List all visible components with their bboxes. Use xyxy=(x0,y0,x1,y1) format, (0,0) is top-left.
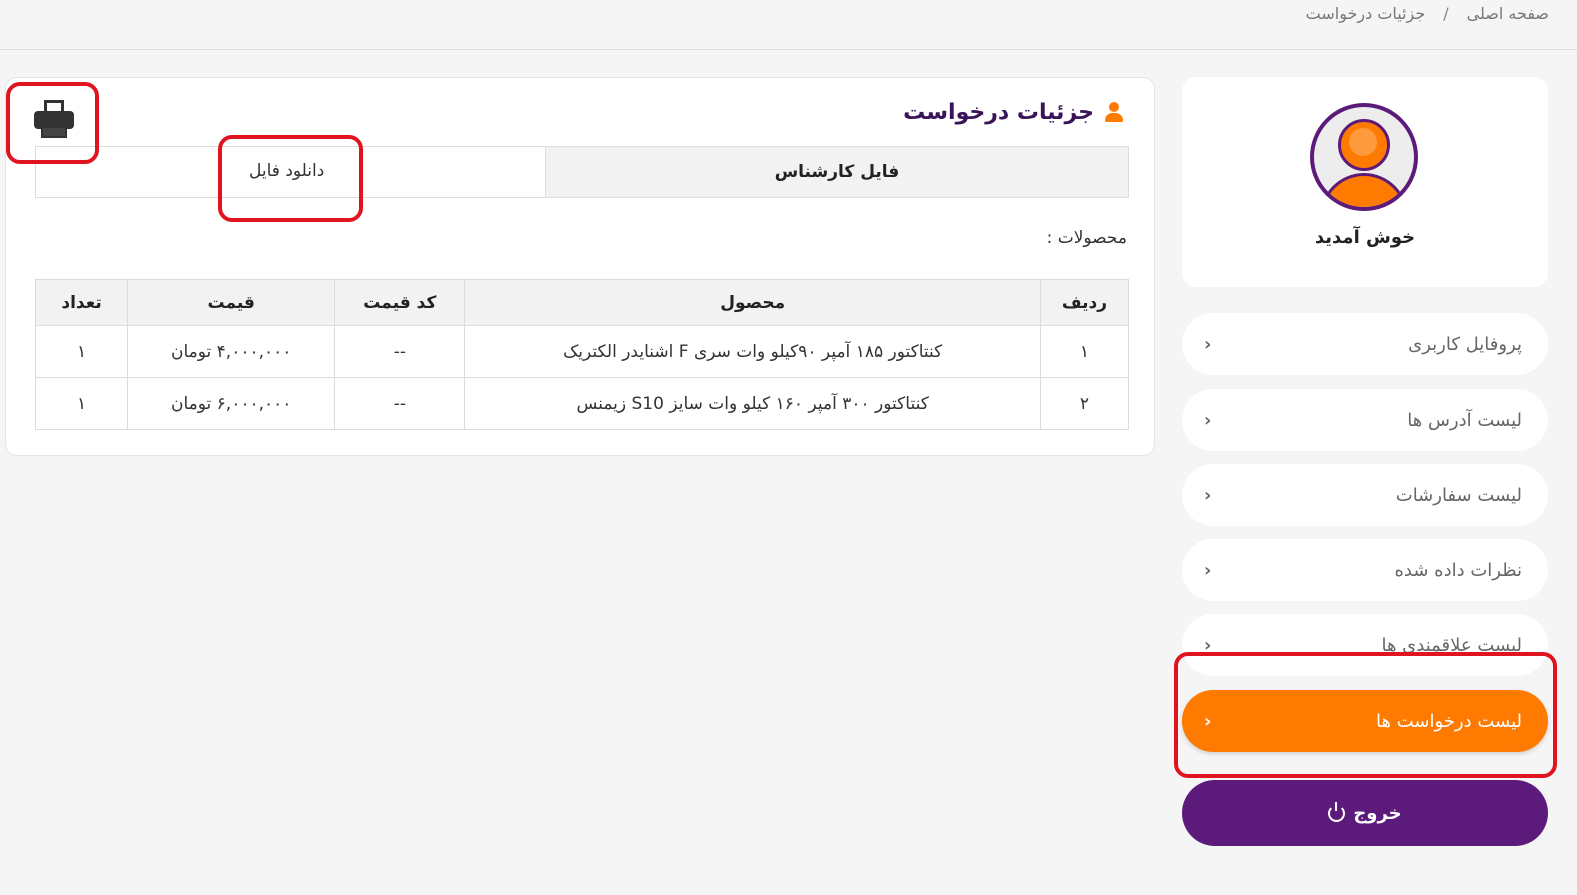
breadcrumb-current: جزئیات درخواست xyxy=(1305,4,1426,23)
page-title: جزئیات درخواست xyxy=(903,100,1124,125)
sidebar-item-addresses[interactable]: لیست آدرس ها ‹ xyxy=(1182,389,1548,451)
expert-file-label: فایل کارشناس xyxy=(545,147,1128,197)
chevron-left-icon: ‹ xyxy=(1204,333,1212,355)
chevron-left-icon: ‹ xyxy=(1204,710,1212,732)
cell-product: کنتاکتور ۱۸۵ آمپر ۹۰کیلو وات سری F اشنای… xyxy=(464,325,1041,378)
top-bar: صفحه اصلی / جزئیات درخواست xyxy=(0,0,1577,50)
cell-quantity: ۱ xyxy=(34,325,129,378)
sidebar-item-wishlist[interactable]: لیست علاقمندی ها ‹ xyxy=(1182,614,1548,676)
breadcrumb-separator: / xyxy=(1443,4,1449,23)
download-file-link[interactable]: دانلود فایل xyxy=(249,161,324,181)
table-header-row: ردیف محصول کد قیمت قیمت تعداد xyxy=(34,279,1130,326)
printer-icon[interactable] xyxy=(34,100,74,140)
sidebar-item-label: نظرات داده شده xyxy=(1394,559,1522,581)
column-header-price: قیمت xyxy=(127,279,336,326)
sidebar-item-profile[interactable]: پروفایل کاربری ‹ xyxy=(1182,313,1548,375)
sidebar-item-orders[interactable]: لیست سفارشات ‹ xyxy=(1182,464,1548,526)
products-label: محصولات : xyxy=(1046,228,1127,248)
page-title-text: جزئیات درخواست xyxy=(903,100,1094,125)
expert-file-row: فایل کارشناس دانلود فایل xyxy=(35,146,1129,198)
sidebar-item-requests[interactable]: لیست درخواست ها ‹ xyxy=(1182,690,1548,752)
user-icon xyxy=(1104,101,1124,124)
products-table: ردیف محصول کد قیمت قیمت تعداد ۱ کنتاکتور… xyxy=(34,279,1130,430)
column-header-quantity: تعداد xyxy=(34,279,129,326)
chevron-left-icon: ‹ xyxy=(1204,634,1212,656)
logout-label: خروج xyxy=(1353,802,1402,824)
cell-price-code: -- xyxy=(334,377,466,430)
request-details-card: جزئیات درخواست فایل کارشناس دانلود فایل … xyxy=(5,77,1155,456)
table-row: ۱ کنتاکتور ۱۸۵ آمپر ۹۰کیلو وات سری F اشن… xyxy=(34,325,1130,378)
sidebar-item-label: لیست درخواست ها xyxy=(1376,710,1522,732)
column-header-product: محصول xyxy=(464,279,1041,326)
chevron-left-icon: ‹ xyxy=(1204,409,1212,431)
sidebar-item-comments[interactable]: نظرات داده شده ‹ xyxy=(1182,539,1548,601)
cell-price: ۶,۰۰۰,۰۰۰ تومان xyxy=(127,377,336,430)
sidebar-item-label: لیست آدرس ها xyxy=(1407,409,1522,431)
column-header-row-number: ردیف xyxy=(1039,279,1130,326)
sidebar-item-label: لیست سفارشات xyxy=(1395,484,1522,506)
expert-file-value: دانلود فایل xyxy=(36,147,545,197)
cell-price-code: -- xyxy=(334,325,466,378)
power-icon xyxy=(1328,801,1346,822)
breadcrumb-home[interactable]: صفحه اصلی xyxy=(1467,4,1549,23)
column-header-price-code: کد قیمت xyxy=(334,279,466,326)
sidebar-item-label: لیست علاقمندی ها xyxy=(1381,634,1522,656)
logout-button[interactable]: خروج xyxy=(1182,780,1548,846)
welcome-text: خوش آمدید xyxy=(1314,227,1416,248)
cell-row-number: ۲ xyxy=(1039,377,1130,430)
chevron-left-icon: ‹ xyxy=(1204,559,1212,581)
avatar xyxy=(1310,103,1418,211)
cell-row-number: ۱ xyxy=(1039,325,1130,378)
breadcrumb: صفحه اصلی / جزئیات درخواست xyxy=(1306,4,1549,23)
profile-card: خوش آمدید xyxy=(1182,77,1548,287)
table-row: ۲ کنتاکتور ۳۰۰ آمپر ۱۶۰ کیلو وات سایز S1… xyxy=(34,377,1130,430)
cell-product: کنتاکتور ۳۰۰ آمپر ۱۶۰ کیلو وات سایز S10 … xyxy=(464,377,1041,430)
chevron-left-icon: ‹ xyxy=(1204,484,1212,506)
cell-price: ۴,۰۰۰,۰۰۰ تومان xyxy=(127,325,336,378)
cell-quantity: ۱ xyxy=(34,377,129,430)
sidebar-item-label: پروفایل کاربری xyxy=(1408,333,1522,355)
